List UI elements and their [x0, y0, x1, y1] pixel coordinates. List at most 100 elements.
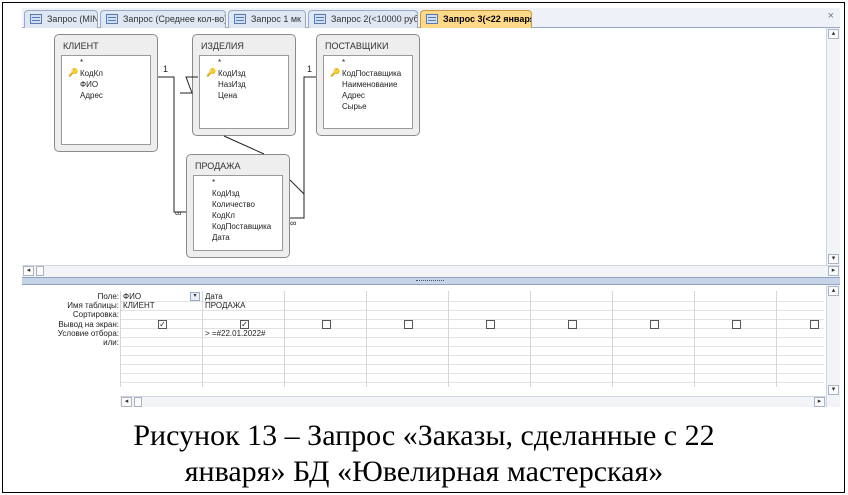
scroll-up-icon[interactable]: ▴	[828, 286, 839, 296]
field-price[interactable]: Цена	[218, 91, 237, 100]
field-list: * 🔑 КодИзд НазИзд Цена	[199, 55, 289, 129]
scroll-left-icon[interactable]: ◂	[23, 266, 34, 276]
row-label-or: или:	[103, 338, 119, 347]
query-tab-icon	[106, 14, 118, 24]
grid-table-cell[interactable]: ПРОДАЖА	[205, 301, 245, 310]
field-kodpostavshchika[interactable]: КодПоставщика	[212, 222, 271, 231]
query-tab-icon	[426, 14, 438, 24]
show-checkbox[interactable]: ✓	[158, 320, 167, 329]
scroll-right-icon[interactable]: ▸	[828, 266, 839, 276]
field-kodizd[interactable]: КодИзд	[212, 189, 240, 198]
field-name[interactable]: Наименование	[342, 80, 397, 89]
grid-column-divider	[284, 291, 285, 387]
query-tab-icon	[30, 14, 42, 24]
field-quantity[interactable]: Количество	[212, 200, 255, 209]
show-checkbox[interactable]	[732, 320, 741, 329]
document-tab-strip: Запрос (MIN) Запрос (Среднее кол-во) Зап…	[22, 8, 840, 29]
tab-query-3[interactable]: Запрос 3(<22 января)	[420, 10, 532, 29]
horizontal-scrollbar[interactable]: ◂ ▸	[22, 265, 840, 277]
grid-row-divider	[120, 355, 824, 356]
scroll-right-icon[interactable]: ▸	[814, 397, 825, 407]
query-design-grid: Поле: Имя таблицы: Сортировка: Вывод на …	[22, 285, 840, 407]
field-star[interactable]: *	[218, 58, 221, 67]
field-nazizd[interactable]: НазИзд	[218, 80, 246, 89]
tab-label: Запрос 2(<10000 руб)	[331, 14, 418, 24]
caption-line-2: января» БД «Ювелирная мастерская»	[184, 455, 664, 488]
grid-row-divider	[120, 346, 824, 347]
field-list: * КодИзд Количество КодКл КодПоставщика …	[193, 175, 283, 251]
table-client[interactable]: КЛИЕНТ * 🔑 КодКл ФИО Адрес	[54, 34, 158, 152]
grid-criteria-cell[interactable]: > =#22.01.2022#	[205, 329, 266, 338]
scroll-thumb[interactable]	[36, 266, 44, 276]
show-checkbox[interactable]	[486, 320, 495, 329]
show-checkbox[interactable]	[322, 320, 331, 329]
field-star[interactable]: *	[80, 58, 83, 67]
show-checkbox[interactable]	[650, 320, 659, 329]
tab-query-1[interactable]: Запрос 1 мк	[228, 10, 306, 28]
row-label-sort: Сортировка:	[72, 310, 119, 319]
tab-query-min[interactable]: Запрос (MIN)	[24, 10, 98, 28]
field-kodkl[interactable]: КодКл	[80, 69, 103, 78]
caption-line-1: Рисунок 13 – Запрос «Заказы, сделанные с…	[133, 419, 715, 452]
table-sale[interactable]: ПРОДАЖА * КодИзд Количество КодКл КодПос…	[186, 154, 290, 258]
row-label-show: Вывод на экран:	[58, 320, 119, 329]
key-icon: 🔑	[68, 68, 78, 77]
grid-column-divider	[612, 291, 613, 387]
query-tab-icon	[234, 14, 246, 24]
field-star[interactable]: *	[342, 58, 345, 67]
table-title: ПРОДАЖА	[195, 161, 241, 171]
row-label-criteria: Условие отбора:	[57, 329, 119, 338]
field-kodpostavshchika[interactable]: КодПоставщика	[342, 69, 401, 78]
field-address[interactable]: Адрес	[80, 91, 103, 100]
table-title: ПОСТАВЩИКИ	[325, 41, 389, 51]
grid-row-divider	[120, 310, 824, 311]
close-icon[interactable]: ×	[828, 10, 834, 22]
show-checkbox[interactable]	[568, 320, 577, 329]
field-date[interactable]: Дата	[212, 233, 230, 242]
field-address[interactable]: Адрес	[342, 91, 365, 100]
scroll-down-icon[interactable]: ▾	[828, 385, 839, 395]
pane-splitter[interactable]	[22, 277, 840, 285]
scroll-up-icon[interactable]: ▴	[828, 29, 839, 39]
show-checkbox[interactable]: ✓	[240, 320, 249, 329]
show-checkbox[interactable]	[810, 320, 819, 329]
grid-column-divider	[776, 291, 777, 387]
splitter-grip[interactable]	[416, 280, 444, 282]
field-kodkl[interactable]: КодКл	[212, 211, 235, 220]
key-icon: 🔑	[330, 68, 340, 77]
grid-column-divider	[530, 291, 531, 387]
row-label-table: Имя таблицы:	[67, 301, 119, 310]
field-material[interactable]: Сырье	[342, 102, 367, 111]
figure-caption: Рисунок 13 – Запрос «Заказы, сделанные с…	[0, 418, 848, 490]
table-items[interactable]: ИЗДЕЛИЯ * 🔑 КодИзд НазИзд Цена	[192, 34, 296, 136]
field-list: * 🔑 КодКл ФИО Адрес	[61, 55, 151, 145]
grid-column-divider	[120, 291, 121, 387]
scroll-thumb[interactable]	[134, 397, 142, 407]
field-star[interactable]: *	[212, 178, 215, 187]
horizontal-scrollbar[interactable]: ◂ ▸	[120, 396, 826, 407]
grid-row-divider	[120, 382, 824, 383]
grid-row-divider	[120, 373, 824, 374]
table-suppliers[interactable]: ПОСТАВЩИКИ * 🔑 КодПоставщика Наименовани…	[316, 34, 420, 136]
field-kodizd[interactable]: КодИзд	[218, 69, 246, 78]
tab-label: Запрос 1 мк	[251, 14, 301, 24]
grid-field-cell[interactable]: ФИО	[123, 292, 141, 301]
tab-query-2[interactable]: Запрос 2(<10000 руб)	[308, 10, 418, 28]
query-design-tables-pane: КЛИЕНТ * 🔑 КодКл ФИО Адрес ИЗДЕЛИЯ * 🔑 К…	[22, 28, 840, 265]
chevron-down-icon[interactable]: ▾	[190, 292, 200, 301]
grid-table-cell[interactable]: КЛИЕНТ	[123, 301, 155, 310]
query-tab-icon	[314, 14, 326, 24]
scroll-left-icon[interactable]: ◂	[121, 397, 132, 407]
vertical-scrollbar[interactable]: ▴ ▾	[826, 28, 840, 265]
show-checkbox[interactable]	[404, 320, 413, 329]
row-label-field: Поле:	[97, 292, 119, 301]
grid-field-cell[interactable]: Дата	[205, 292, 223, 301]
table-title: КЛИЕНТ	[63, 41, 99, 51]
tab-query-average[interactable]: Запрос (Среднее кол-во)	[100, 10, 226, 28]
scroll-down-icon[interactable]: ▾	[828, 254, 839, 264]
grid-column-divider	[448, 291, 449, 387]
grid-column-divider	[366, 291, 367, 387]
field-fio[interactable]: ФИО	[80, 80, 98, 89]
vertical-scrollbar[interactable]: ▴ ▾	[826, 285, 840, 407]
key-icon: 🔑	[206, 68, 216, 77]
